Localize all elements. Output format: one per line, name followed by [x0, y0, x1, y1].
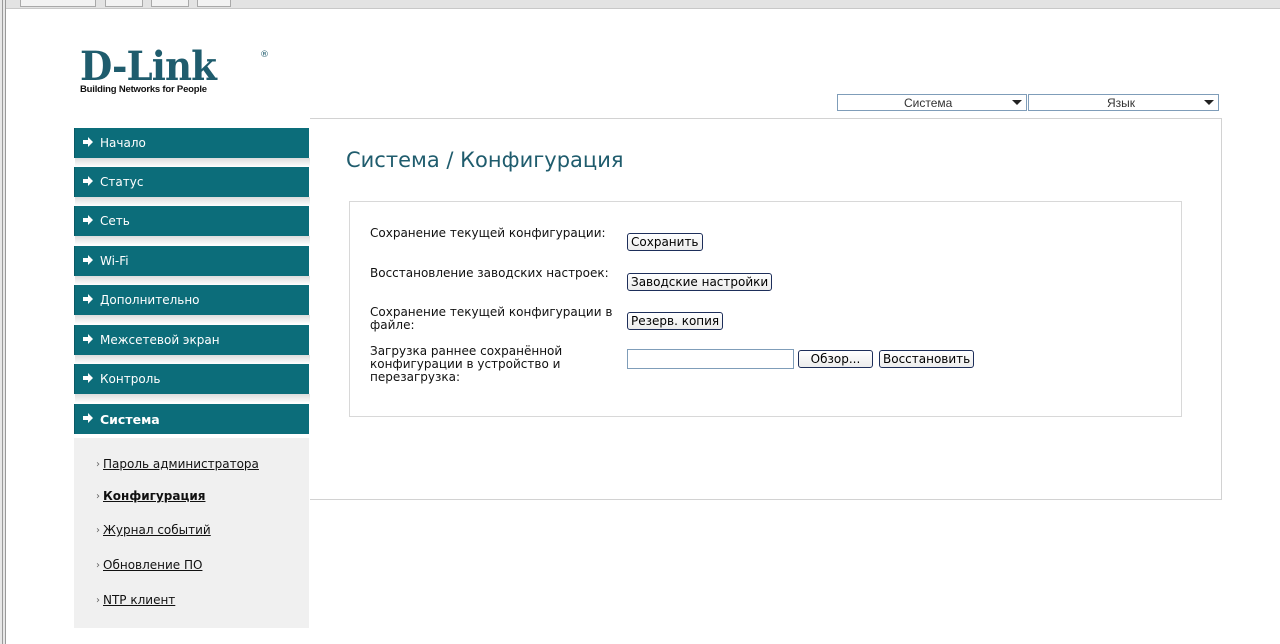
chevron-down-icon [1204, 100, 1214, 105]
system-menu-label: Система [904, 96, 953, 110]
nav-item-control[interactable]: Контроль [74, 364, 310, 403]
bullet-icon: › [96, 595, 100, 606]
arrow-right-icon [83, 373, 93, 383]
bullet-icon: › [96, 491, 100, 502]
arrow-right-icon [83, 334, 93, 344]
language-menu-label: Язык [1107, 96, 1136, 110]
config-file-input[interactable] [627, 349, 794, 369]
nav-item-start[interactable]: Начало [74, 128, 310, 167]
nav-item-label: Статус [100, 175, 144, 189]
nav-item-firewall[interactable]: Межсетевой экран [74, 325, 310, 364]
factory-reset-button[interactable]: Заводские настройки [627, 273, 773, 291]
bullet-icon: › [96, 560, 100, 571]
backup-config-label: Сохранение текущей конфигурации в файле: [370, 305, 613, 332]
nav-item-label: Начало [100, 136, 146, 150]
subnav-admin-password[interactable]: Пароль администратора [103, 457, 259, 471]
restore-button[interactable]: Восстановить [879, 350, 975, 368]
backup-button[interactable]: Резерв. копия [627, 312, 724, 330]
nav-item-advanced[interactable]: Дополнительно [74, 285, 310, 324]
nav-item-network[interactable]: Сеть [74, 206, 310, 245]
chevron-down-icon [1012, 100, 1022, 105]
bullet-icon: › [96, 525, 100, 536]
language-menu-select[interactable]: Язык [1028, 94, 1219, 111]
nav-item-status[interactable]: Статус [74, 167, 310, 206]
nav-item-label: Wi-Fi [100, 254, 129, 268]
window-top-strip [0, 0, 1280, 9]
subnav-firmware-update[interactable]: Обновление ПО [103, 558, 202, 572]
restore-config-label: Загрузка раннее сохранённой конфигурации… [370, 344, 563, 384]
nav-item-label: Контроль [100, 372, 161, 386]
bullet-icon: › [96, 459, 100, 470]
arrow-right-icon [83, 294, 93, 304]
nav-item-label: Сеть [100, 214, 130, 228]
arrow-right-icon [83, 176, 93, 186]
dlink-logo: D-Link ® Building Networks for People [80, 43, 269, 96]
window-tab[interactable] [151, 0, 189, 7]
arrow-right-icon [83, 413, 93, 423]
page-title: Система / Конфигурация [346, 148, 624, 172]
window-tab[interactable] [20, 0, 96, 7]
system-menu-select[interactable]: Система [837, 94, 1027, 111]
logo-wordmark: D-Link [80, 43, 217, 90]
save-button[interactable]: Сохранить [627, 233, 703, 251]
window-tab[interactable] [197, 0, 231, 7]
nav-item-wifi[interactable]: Wi-Fi [74, 246, 310, 285]
subnav-ntp-client[interactable]: NTP клиент [103, 593, 175, 607]
save-config-label: Сохранение текущей конфигурации: [370, 226, 606, 240]
subnav-configuration[interactable]: Конфигурация [103, 489, 205, 503]
nav-item-label: Система [100, 412, 160, 427]
nav-item-label: Дополнительно [100, 293, 200, 307]
logo-registered-mark: ® [260, 50, 269, 60]
factory-reset-label: Восстановление заводских настроек: [370, 266, 609, 280]
nav-item-system[interactable]: Система [74, 404, 309, 434]
nav-item-label: Межсетевой экран [100, 333, 220, 347]
arrow-right-icon [83, 137, 93, 147]
window-left-border [0, 0, 6, 644]
subnav-event-log[interactable]: Журнал событий [103, 523, 211, 537]
browse-button[interactable]: Обзор... [798, 350, 873, 368]
arrow-right-icon [83, 215, 93, 225]
window-tab[interactable] [105, 0, 143, 7]
arrow-right-icon [83, 255, 93, 265]
